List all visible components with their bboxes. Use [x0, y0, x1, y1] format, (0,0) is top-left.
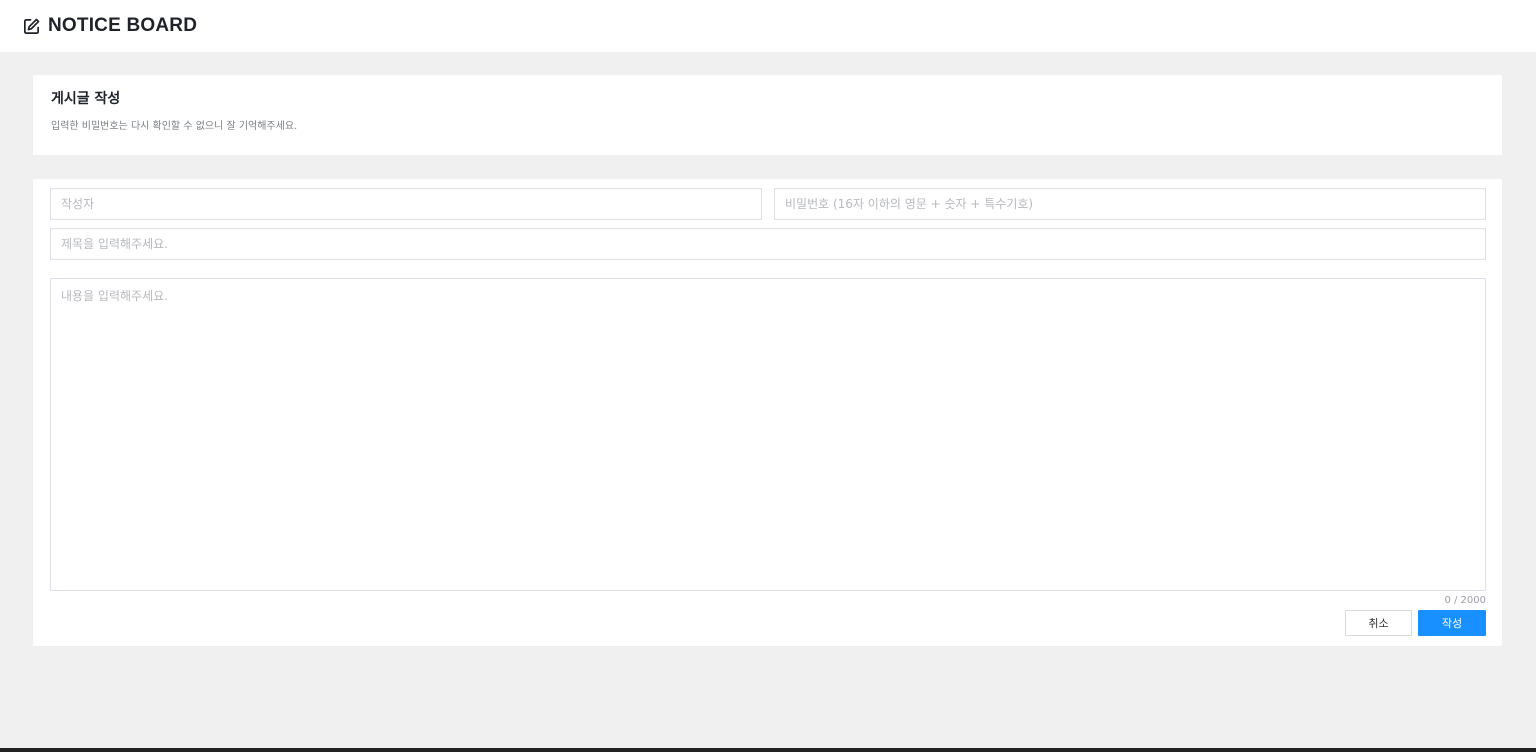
cancel-button[interactable]: 취소: [1345, 610, 1412, 636]
page: NOTICE BOARD 게시글 작성 입력한 비밀번호는 다시 확인할 수 없…: [0, 0, 1536, 752]
submit-button[interactable]: 작성: [1418, 610, 1486, 636]
char-counter: 0 / 2000: [1444, 595, 1486, 606]
password-notice: 입력한 비밀번호는 다시 확인할 수 없으니 잘 기억해주세요.: [51, 121, 298, 132]
author-input[interactable]: [50, 188, 762, 220]
edit-icon: [22, 16, 42, 36]
page-title: 게시글 작성: [51, 91, 121, 107]
app-title: NOTICE BOARD: [48, 15, 198, 36]
app-header: NOTICE BOARD: [0, 0, 1536, 52]
title-input[interactable]: [50, 228, 1486, 260]
post-form: 0 / 2000 취소 작성: [33, 179, 1502, 646]
password-input[interactable]: [774, 188, 1486, 220]
window-bottom-edge: [0, 748, 1536, 752]
intro-card: 게시글 작성 입력한 비밀번호는 다시 확인할 수 없으니 잘 기억해주세요.: [33, 75, 1502, 155]
content-textarea[interactable]: [50, 278, 1486, 591]
